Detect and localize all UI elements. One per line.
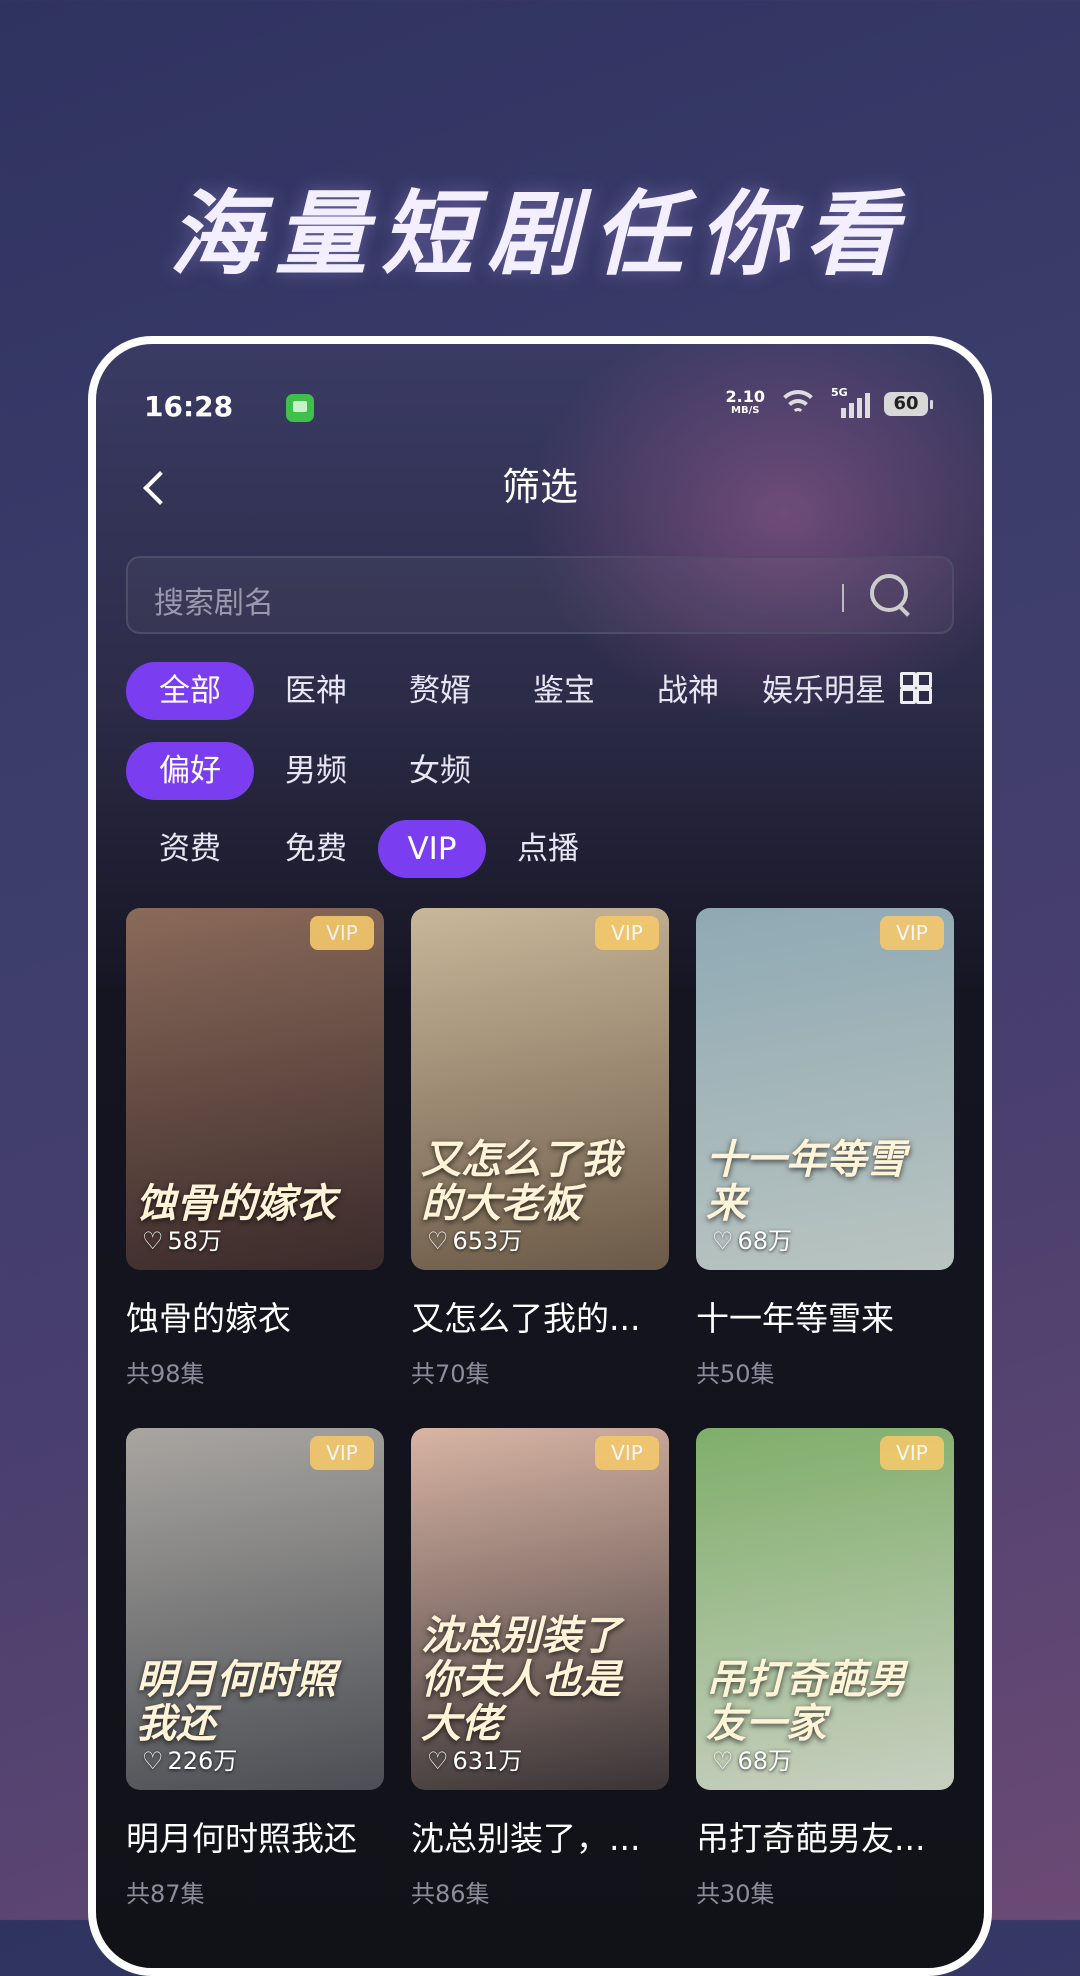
episode-count: 共86集 bbox=[411, 1880, 490, 1908]
drama-card[interactable]: VIP 又怎么了我的大老板 ♡ 653万 又怎么了我的... 共70集 bbox=[411, 908, 669, 1389]
drama-poster[interactable]: VIP 吊打奇葩男友一家 ♡ 68万 bbox=[696, 1428, 954, 1790]
vip-badge: VIP bbox=[880, 1436, 944, 1470]
drama-poster[interactable]: VIP 又怎么了我的大老板 ♡ 653万 bbox=[411, 908, 669, 1270]
net-speed: 2.10 MB/S bbox=[725, 387, 765, 417]
drama-poster[interactable]: VIP 十一年等雪来 ♡ 68万 bbox=[696, 908, 954, 1270]
grid-menu-icon[interactable] bbox=[900, 672, 932, 704]
poster-title-art: 明月何时照我还 bbox=[136, 1657, 336, 1747]
preference-chip-male[interactable]: 男频 bbox=[254, 742, 378, 800]
genre-chip-entertainment[interactable]: 娱乐明星 bbox=[750, 662, 888, 720]
poster-title-art: 沈总别装了 你夫人也是大佬 bbox=[421, 1613, 621, 1747]
poster-title-art: 又怎么了我的大老板 bbox=[421, 1137, 621, 1227]
drama-title[interactable]: 沈总别装了，... bbox=[411, 1812, 669, 1860]
vip-badge: VIP bbox=[310, 1436, 374, 1470]
preference-chip-label[interactable]: 偏好 bbox=[126, 742, 254, 800]
drama-title[interactable]: 明月何时照我还 bbox=[126, 1812, 384, 1860]
payment-chip-on-demand[interactable]: 点播 bbox=[486, 820, 610, 878]
drama-title[interactable]: 吊打奇葩男友... bbox=[696, 1812, 954, 1860]
search-placeholder: 搜索剧名 bbox=[154, 586, 274, 621]
drama-poster[interactable]: VIP 明月何时照我还 ♡ 226万 bbox=[126, 1428, 384, 1790]
likes-count: ♡ 631万 bbox=[427, 1747, 523, 1775]
episode-count: 共98集 bbox=[126, 1360, 205, 1388]
heart-icon: ♡ bbox=[427, 1747, 449, 1775]
genre-chip-son-in-law[interactable]: 赘婿 bbox=[378, 662, 502, 720]
genre-chip-war-god[interactable]: 战神 bbox=[626, 662, 750, 720]
poster-title-art: 蚀骨的嫁衣 bbox=[136, 1181, 336, 1227]
payment-chip-label[interactable]: 资费 bbox=[126, 820, 254, 878]
drama-card[interactable]: VIP 明月何时照我还 ♡ 226万 明月何时照我还 共87集 bbox=[126, 1428, 384, 1909]
wifi-icon bbox=[777, 390, 819, 418]
drama-title[interactable]: 十一年等雪来 bbox=[696, 1292, 954, 1340]
payment-chip-vip[interactable]: VIP bbox=[378, 820, 486, 878]
vip-badge: VIP bbox=[595, 1436, 659, 1470]
drama-card[interactable]: VIP 沈总别装了 你夫人也是大佬 ♡ 631万 沈总别装了，... 共86集 bbox=[411, 1428, 669, 1909]
genre-filter-row: 全部 医神 赘婿 鉴宝 战神 娱乐明星 bbox=[126, 662, 888, 720]
drama-title[interactable]: 蚀骨的嫁衣 bbox=[126, 1292, 384, 1340]
vip-badge: VIP bbox=[880, 916, 944, 950]
signal-icon: 5G bbox=[831, 386, 870, 418]
preference-filter-row: 偏好 男频 女频 bbox=[126, 742, 502, 800]
episode-count: 共30集 bbox=[696, 1880, 775, 1908]
vip-badge: VIP bbox=[595, 916, 659, 950]
likes-count: ♡ 653万 bbox=[427, 1227, 523, 1255]
payment-chip-free[interactable]: 免费 bbox=[254, 820, 378, 878]
search-icon[interactable] bbox=[870, 574, 910, 614]
likes-count: ♡ 58万 bbox=[142, 1227, 223, 1255]
heart-icon: ♡ bbox=[712, 1747, 734, 1775]
page-title: 筛选 bbox=[501, 465, 578, 509]
search-input[interactable]: 搜索剧名 bbox=[126, 556, 954, 634]
drama-title[interactable]: 又怎么了我的... bbox=[411, 1292, 669, 1340]
poster-title-art: 吊打奇葩男友一家 bbox=[706, 1657, 906, 1747]
heart-icon: ♡ bbox=[427, 1227, 449, 1255]
text-cursor bbox=[842, 584, 844, 612]
promo-title: 海量短剧任你看 bbox=[168, 181, 911, 288]
heart-icon: ♡ bbox=[142, 1747, 164, 1775]
likes-count: ♡ 226万 bbox=[142, 1747, 238, 1775]
drama-card[interactable]: VIP 蚀骨的嫁衣 ♡ 58万 蚀骨的嫁衣 共98集 bbox=[126, 908, 384, 1389]
genre-chip-doctor[interactable]: 医神 bbox=[254, 662, 378, 720]
status-time: 16:28 bbox=[144, 390, 234, 423]
genre-chip-all[interactable]: 全部 bbox=[126, 662, 254, 720]
episode-count: 共50集 bbox=[696, 1360, 775, 1388]
heart-icon: ♡ bbox=[712, 1227, 734, 1255]
likes-count: ♡ 68万 bbox=[712, 1227, 793, 1255]
phone-frame: 16:28 2.10 MB/S 5G 60 筛选 搜索剧名 全部 医神 赘婿 鉴… bbox=[88, 336, 992, 1976]
episode-count: 共70集 bbox=[411, 1360, 490, 1388]
preference-chip-female[interactable]: 女频 bbox=[378, 742, 502, 800]
drama-card[interactable]: VIP 吊打奇葩男友一家 ♡ 68万 吊打奇葩男友... 共30集 bbox=[696, 1428, 954, 1909]
battery-icon: 60 bbox=[884, 392, 933, 416]
payment-filter-row: 资费 免费 VIP 点播 bbox=[126, 820, 610, 878]
drama-card[interactable]: VIP 十一年等雪来 ♡ 68万 十一年等雪来 共50集 bbox=[696, 908, 954, 1389]
genre-chip-treasure[interactable]: 鉴宝 bbox=[502, 662, 626, 720]
message-app-icon bbox=[286, 394, 314, 422]
likes-count: ♡ 68万 bbox=[712, 1747, 793, 1775]
episode-count: 共87集 bbox=[126, 1880, 205, 1908]
poster-title-art: 十一年等雪来 bbox=[706, 1137, 906, 1227]
status-bar: 16:28 2.10 MB/S 5G 60 bbox=[144, 386, 936, 430]
heart-icon: ♡ bbox=[142, 1227, 164, 1255]
vip-badge: VIP bbox=[310, 916, 374, 950]
drama-poster[interactable]: VIP 蚀骨的嫁衣 ♡ 58万 bbox=[126, 908, 384, 1270]
drama-poster[interactable]: VIP 沈总别装了 你夫人也是大佬 ♡ 631万 bbox=[411, 1428, 669, 1790]
